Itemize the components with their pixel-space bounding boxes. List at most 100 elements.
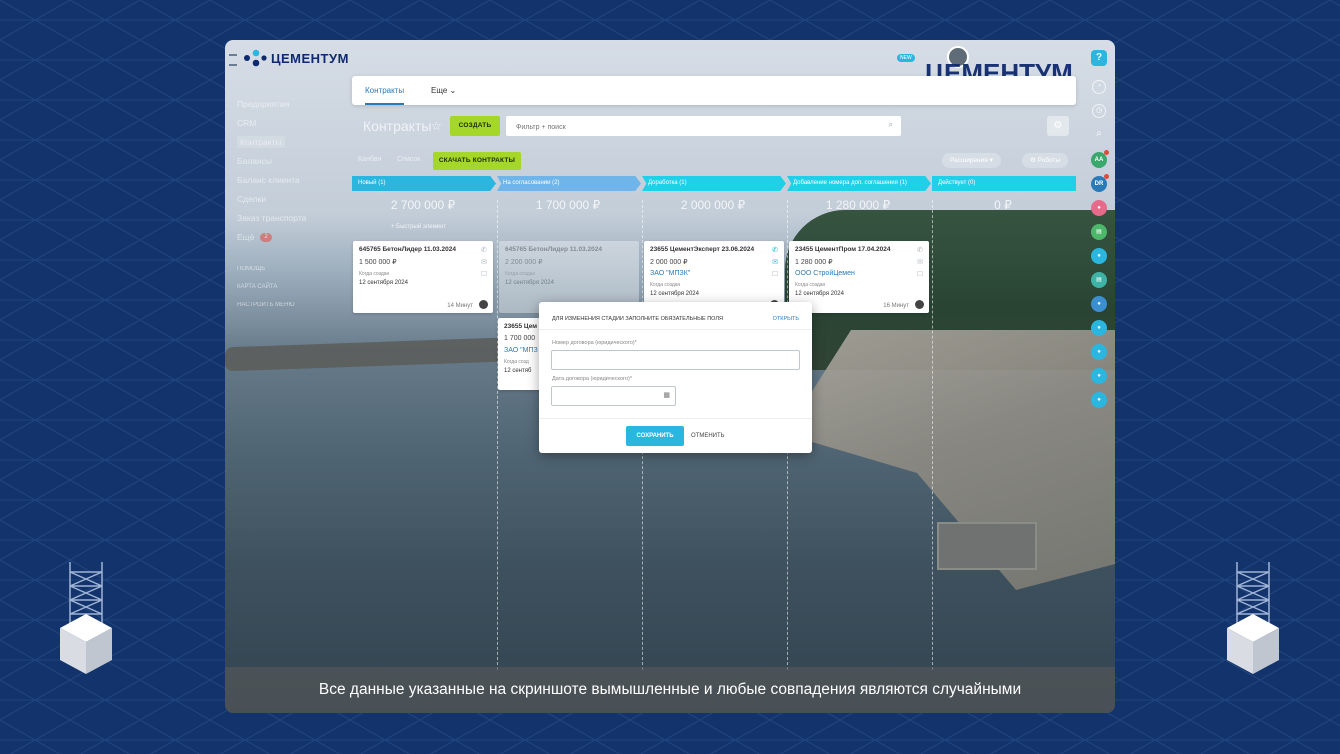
- open-link[interactable]: ОТКРЫТЬ: [773, 316, 799, 322]
- user-icon[interactable]: ●: [1091, 320, 1107, 336]
- column-header-rework[interactable]: Доработка (1): [642, 176, 786, 191]
- avatar-initials: DR: [1094, 181, 1104, 187]
- save-button[interactable]: СОХРАНИТЬ: [626, 426, 684, 446]
- column-header-addendum[interactable]: Добавление номера доп. соглашения (1): [787, 176, 931, 191]
- chat-icon[interactable]: ☐: [915, 269, 925, 281]
- count-badge: 2: [260, 233, 272, 243]
- bell-icon[interactable]: ◔: [1092, 80, 1106, 94]
- star-icon[interactable]: ☆: [431, 119, 442, 133]
- mail-icon[interactable]: ✉: [479, 257, 489, 269]
- avatar-initials: АА: [1094, 157, 1104, 163]
- gear-icon[interactable]: ⚙: [1047, 116, 1069, 136]
- search-field[interactable]: ⌕: [506, 116, 901, 139]
- help-link[interactable]: ПОМОЩЬ: [237, 261, 347, 277]
- notification-dot: [1104, 174, 1109, 179]
- card-actions: ✆ ✉ ☐: [770, 245, 780, 281]
- sidebar-item-balances[interactable]: Балансы: [237, 152, 347, 171]
- user-icon[interactable]: ●: [1091, 248, 1107, 264]
- card-sum: 1 700 000: [504, 335, 536, 342]
- sidebar-item-more[interactable]: Ещё 2: [237, 228, 347, 247]
- sidebar-item-transport-order[interactable]: Заказ транспорта: [237, 209, 347, 228]
- calendar-icon[interactable]: ▦: [663, 391, 670, 399]
- disclaimer-banner: Все данные указанные на скриншоте вымышл…: [225, 667, 1115, 713]
- create-button[interactable]: СОЗДАТЬ: [450, 116, 500, 136]
- column-count: 2: [554, 180, 558, 186]
- card-title: 645765 БетонЛидер 11.03.2024: [359, 246, 456, 253]
- menu-icon[interactable]: [229, 54, 237, 66]
- mail-icon[interactable]: ✉: [770, 257, 780, 269]
- contract-number-field[interactable]: [551, 350, 800, 372]
- kanban-card-dragging[interactable]: 23655 Цем 1 700 000 ЗАО "МПЗ Когда созд …: [498, 318, 544, 390]
- configure-menu-link[interactable]: НАСТРОИТЬ МЕНЮ: [237, 297, 347, 313]
- cancel-button[interactable]: ОТМЕНИТЬ: [691, 426, 725, 446]
- card-created-label: Когда созд: [504, 359, 529, 365]
- card-date: 12 сентября 2024: [795, 291, 844, 297]
- contract-date-input[interactable]: [556, 390, 671, 408]
- column-name: На согласовании: [503, 180, 551, 186]
- card-time-ago: 16 Минут: [883, 303, 909, 309]
- kanban-card[interactable]: 645765 БетонЛидер 11.03.2024 1 500 000 ₽…: [353, 241, 493, 313]
- card-company-link[interactable]: ООО СтройЦемен: [795, 270, 855, 277]
- robots-label: Роботы: [1037, 157, 1061, 164]
- contact-avatar[interactable]: DR: [1091, 174, 1109, 192]
- column-header-approval[interactable]: На согласовании (2): [497, 176, 641, 191]
- view-kanban-link[interactable]: Канбан: [358, 156, 381, 163]
- search-icon[interactable]: ⌕: [1092, 128, 1106, 142]
- group-icon[interactable]: ●: [1091, 200, 1107, 216]
- user-icon[interactable]: ●: [1091, 344, 1107, 360]
- sidebar-item-label: Заказ транспорта: [237, 213, 307, 223]
- column-count: 0: [970, 180, 974, 186]
- phone-icon[interactable]: ✆: [915, 245, 925, 257]
- tabs-bar: Контракты Еще ⌄: [352, 76, 1076, 105]
- column-header-new[interactable]: Новый (1): [352, 176, 496, 191]
- column-divider: [932, 200, 934, 670]
- chat-icon[interactable]: ☐: [479, 269, 489, 281]
- mail-icon[interactable]: ✉: [915, 257, 925, 269]
- tab-more-label: Еще: [431, 86, 448, 95]
- user-icon[interactable]: ●: [1091, 296, 1107, 312]
- column-header-active[interactable]: Действует (0): [932, 176, 1076, 191]
- sidebar-item-client-balance[interactable]: Баланс клиента: [237, 171, 347, 190]
- card-title: 645765 БетонЛидер 11.03.2024: [505, 246, 602, 253]
- contact-avatar[interactable]: АА: [1091, 150, 1109, 168]
- contract-number-input[interactable]: [556, 354, 783, 372]
- contract-date-field[interactable]: ▦: [551, 386, 676, 408]
- card-sum: 1 500 000 ₽: [359, 259, 397, 266]
- clock-icon[interactable]: ◷: [1092, 104, 1106, 118]
- user-icon[interactable]: ●: [1091, 392, 1107, 408]
- robots-button[interactable]: ⚙ Роботы: [1022, 153, 1069, 168]
- search-input[interactable]: [514, 116, 878, 139]
- logo-icon: [244, 49, 267, 67]
- search-icon: ⌕: [888, 120, 893, 129]
- card-title: 23455 ЦементПром 17.04.2024: [795, 246, 891, 253]
- card-sum: 2 000 000 ₽: [650, 259, 688, 266]
- phone-icon[interactable]: ✆: [479, 245, 489, 257]
- sidebar-item-label: Сделки: [237, 194, 266, 204]
- page-title: Контракты: [363, 118, 432, 134]
- card-company-link[interactable]: ЗАО "МПЗК": [650, 270, 690, 277]
- card-company-link[interactable]: ЗАО "МПЗ: [504, 347, 538, 354]
- chat-icon[interactable]: ▤: [1091, 272, 1107, 288]
- sitemap-link[interactable]: КАРТА САЙТА: [237, 279, 347, 295]
- card-created-label: Когда создан: [650, 282, 681, 288]
- column-name: Доработка: [648, 180, 678, 186]
- sidebar-item-crm[interactable]: CRM: [237, 114, 347, 133]
- sidebar-item-enterprises[interactable]: Предприятия: [237, 95, 347, 114]
- user-icon[interactable]: ●: [1091, 368, 1107, 384]
- tab-contracts[interactable]: Контракты: [365, 76, 405, 105]
- card-title: 23655 Цем: [504, 323, 538, 330]
- tab-more[interactable]: Еще ⌄: [431, 76, 456, 105]
- extensions-dropdown[interactable]: Расширения ▾: [942, 153, 1001, 168]
- quick-add-link[interactable]: + Быстрый элемент: [391, 224, 446, 230]
- sidebar-item-contracts[interactable]: Контракты: [237, 133, 347, 152]
- view-list-link[interactable]: Список: [397, 156, 420, 163]
- logo-text: ЦЕМЕНТУМ: [271, 50, 349, 66]
- chat-icon[interactable]: ▤: [1091, 224, 1107, 240]
- chat-icon[interactable]: ☐: [770, 269, 780, 281]
- logo[interactable]: ЦЕМЕНТУМ: [243, 49, 349, 67]
- download-contracts-button[interactable]: СКАЧАТЬ КОНТРАКТЫ: [433, 152, 521, 170]
- phone-icon[interactable]: ✆: [770, 245, 780, 257]
- help-button[interactable]: ?: [1091, 50, 1107, 66]
- sidebar-item-deals[interactable]: Сделки: [237, 190, 347, 209]
- scaffold-tower-left: [60, 562, 112, 674]
